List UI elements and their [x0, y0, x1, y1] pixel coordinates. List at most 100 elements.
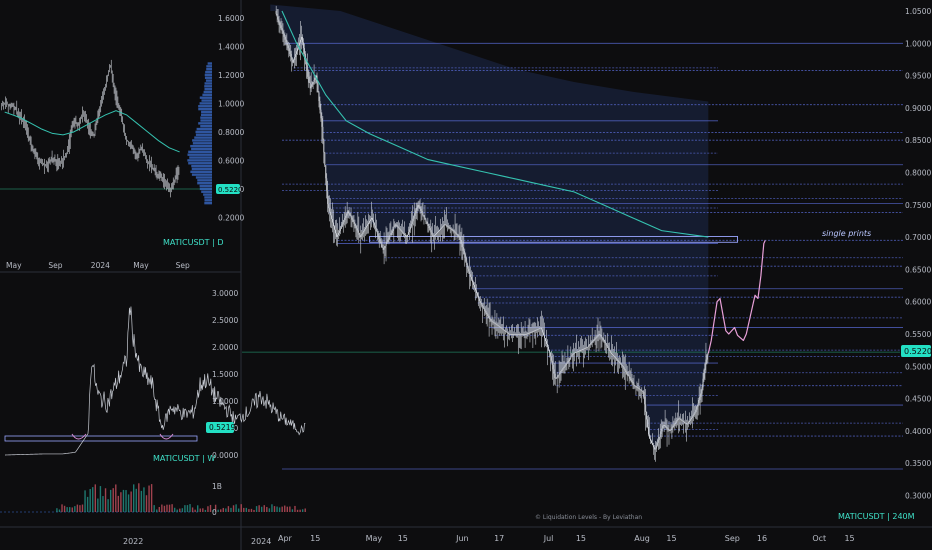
profile-bar: [187, 159, 212, 162]
main-x-tick: May: [366, 534, 383, 543]
candle-body: [439, 229, 441, 231]
volume-bar: [202, 508, 204, 512]
candle-body: [371, 217, 373, 221]
candle-body: [290, 54, 292, 57]
candle-body: [572, 353, 574, 356]
candle-body: [407, 232, 409, 235]
candle-body: [474, 287, 476, 291]
profile-bar: [190, 170, 212, 173]
main-y-tick: 0.4000: [905, 427, 931, 436]
volume-bar: [66, 507, 68, 512]
profile-bar: [199, 184, 212, 188]
main-x-tick: 16: [757, 534, 767, 543]
profile-bar: [192, 139, 212, 142]
candle-body: [417, 205, 419, 208]
candle-body: [281, 28, 283, 32]
candle-body: [296, 51, 298, 55]
candle-body: [528, 332, 530, 334]
candle-body: [363, 230, 365, 233]
candle-body: [549, 352, 551, 357]
candle-body: [497, 325, 499, 327]
candle-body: [348, 211, 350, 214]
candle-body: [453, 230, 455, 232]
candle-body: [548, 349, 550, 353]
candle-body: [426, 221, 428, 224]
volume-bar: [89, 489, 91, 512]
candle-body: [589, 344, 591, 346]
candle-body: [340, 226, 342, 229]
candle-body: [678, 418, 680, 420]
candle-body: [313, 79, 315, 83]
candle-body: [569, 358, 571, 360]
candle-body: [661, 428, 663, 432]
daily-x-tick: 2024: [91, 261, 110, 270]
candle-body: [356, 228, 358, 231]
candle-body: [702, 378, 704, 388]
candle-body: [651, 442, 653, 446]
profile-bar: [200, 116, 212, 119]
candle-body: [685, 422, 687, 424]
candle-body: [372, 220, 374, 223]
profile-bar: [200, 125, 212, 128]
volume-bar: [145, 495, 148, 512]
main-y-tick: 0.3500: [905, 459, 931, 468]
candle-body: [345, 215, 347, 218]
candle-body: [450, 228, 452, 230]
candle-body: [584, 347, 586, 349]
volume-bar: [278, 507, 281, 512]
candle-body: [452, 229, 454, 231]
candle-body: [665, 426, 667, 428]
candle-body: [603, 339, 605, 342]
candle-body: [462, 247, 464, 251]
candle-body: [324, 152, 326, 166]
profile-bar: [207, 62, 212, 65]
candle-body: [473, 282, 475, 286]
main-y-tick: 1.0500: [905, 7, 931, 16]
candle-body: [294, 56, 296, 60]
profile-bar: [205, 70, 212, 74]
candle-body: [543, 332, 545, 336]
candle-body: [620, 363, 622, 365]
main-y-tick: 0.7000: [905, 233, 931, 242]
candle-body: [427, 223, 429, 226]
candle-body: [378, 236, 380, 239]
volume-bar: [127, 494, 130, 512]
volume-bar: [117, 495, 120, 512]
candle-body: [532, 331, 534, 332]
candle-body: [446, 225, 448, 227]
candle-body: [379, 238, 381, 242]
candle-body: [534, 330, 536, 332]
profile-bar: [202, 93, 212, 97]
candle-body: [443, 224, 445, 226]
candle-body: [564, 365, 566, 367]
candle-body: [330, 211, 332, 216]
candle-body: [397, 226, 399, 228]
candle-body: [288, 48, 290, 52]
candle-body: [561, 369, 563, 372]
candle-body: [627, 373, 629, 376]
weekly-x-tick: 2024: [251, 537, 271, 546]
candle-body: [592, 340, 594, 342]
profile-bar: [191, 147, 212, 151]
candle-body: [580, 350, 582, 351]
candle-body: [470, 274, 472, 277]
volume-bar: [104, 488, 107, 512]
daily-y-tick: 1.0000: [218, 100, 244, 109]
candle-body: [652, 445, 654, 448]
candle-body: [579, 350, 581, 352]
volume-bar: [268, 508, 271, 512]
candle-body: [581, 349, 583, 351]
candle-body: [576, 351, 578, 353]
volume-bar: [276, 506, 278, 512]
candle-body: [447, 226, 449, 228]
volume-bar: [235, 504, 237, 512]
candle-body: [474, 285, 476, 288]
volume-bar: [161, 504, 163, 512]
candle-body: [428, 225, 430, 229]
profile-bar: [191, 167, 212, 171]
candle-body: [425, 219, 427, 222]
candle-body: [416, 207, 418, 211]
candle-body: [404, 234, 406, 236]
candle-body: [307, 71, 309, 77]
candle-body: [483, 307, 485, 310]
